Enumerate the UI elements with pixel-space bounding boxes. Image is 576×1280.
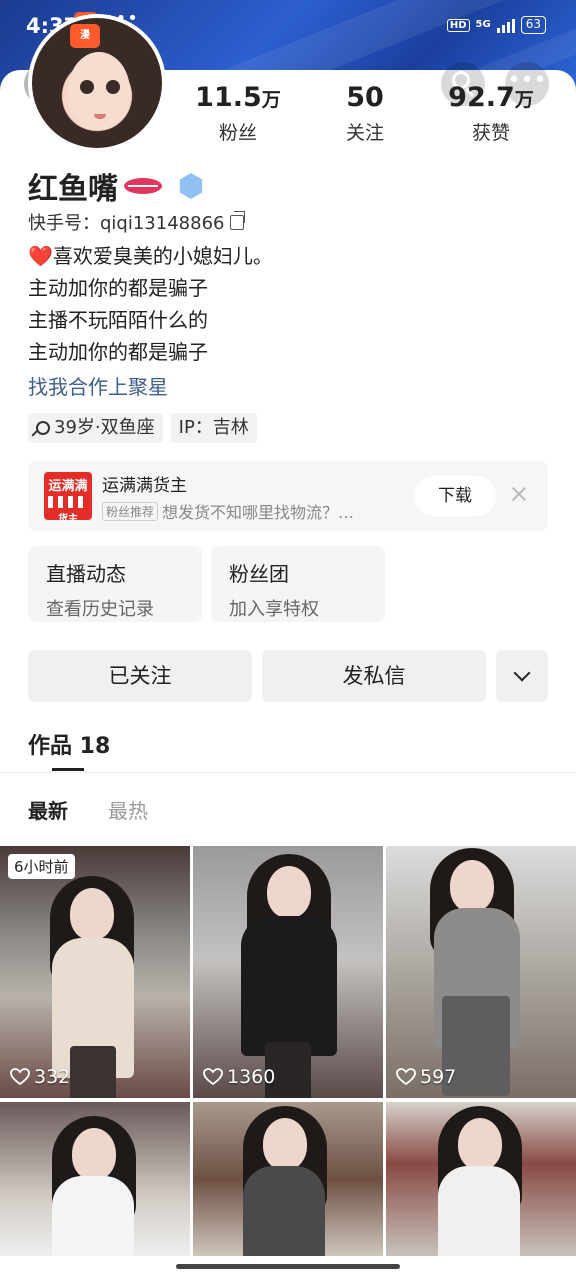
ad-logo-text: 运满满 bbox=[48, 479, 88, 494]
time-badge: 6小时前 bbox=[8, 854, 75, 879]
signal-icon bbox=[496, 17, 515, 33]
profile-stats: 11.5万 粉丝 50 关注 92.7万 获赞 bbox=[190, 82, 550, 152]
video-thumbnail[interactable]: 597 bbox=[386, 846, 576, 1098]
video-thumbnail[interactable] bbox=[193, 1102, 383, 1256]
nickname: 红鱼嘴 bbox=[28, 172, 118, 207]
female-icon bbox=[36, 421, 50, 435]
ad-tag: 粉丝推荐 bbox=[102, 501, 159, 521]
ad-logo: 运满满 货主 bbox=[44, 472, 92, 520]
thumbnail-figure bbox=[241, 916, 337, 1056]
like-count-value: 597 bbox=[420, 1066, 457, 1088]
stat-likes-unit: 万 bbox=[514, 89, 534, 111]
thumbnail-figure bbox=[70, 1046, 116, 1098]
hd-icon: HD bbox=[446, 18, 470, 32]
stat-fans-label: 粉丝 bbox=[218, 122, 257, 144]
network-label: 5G bbox=[475, 19, 491, 30]
heart-icon: ❤️ bbox=[28, 244, 53, 268]
collab-link[interactable]: 找我合作上聚星 bbox=[28, 371, 168, 400]
thumbnail-figure bbox=[52, 1176, 134, 1256]
bio-line: 喜欢爱臭美的小媳妇儿。 bbox=[52, 244, 273, 268]
ad-logo-subtext: 货主 bbox=[58, 514, 78, 520]
stat-following-value: 50 bbox=[346, 82, 384, 113]
video-thumbnail[interactable] bbox=[386, 1102, 576, 1256]
age-tag: 39岁·双鱼座 bbox=[28, 413, 163, 443]
account-id: 快手号：qiqi13148866 bbox=[28, 209, 246, 235]
tab-works[interactable]: 作品 18 bbox=[28, 728, 110, 760]
ad-subtitle-row: 粉丝推荐 想发货不知哪里找物流？… bbox=[102, 499, 354, 523]
stat-likes-value: 92.7 bbox=[448, 82, 515, 113]
close-icon[interactable] bbox=[508, 483, 530, 505]
bio-line: 主动加你的都是骗子 bbox=[28, 340, 208, 364]
avatar[interactable]: 漫 bbox=[28, 14, 166, 152]
entry-subtitle: 查看历史记录 bbox=[46, 599, 154, 620]
ad-subtitle: 想发货不知哪里找物流？… bbox=[162, 503, 355, 522]
entry-title: 直播动态 bbox=[46, 562, 126, 586]
stat-fans-unit: 万 bbox=[261, 89, 281, 111]
stat-fans[interactable]: 11.5万 粉丝 bbox=[178, 82, 298, 145]
stat-following-label: 关注 bbox=[345, 122, 384, 144]
video-thumbnail[interactable] bbox=[0, 1102, 190, 1256]
tab-underline bbox=[52, 768, 84, 771]
followed-button[interactable]: 已关注 bbox=[28, 650, 252, 702]
heart-outline-icon bbox=[396, 1068, 416, 1086]
thumbnail-figure bbox=[438, 1166, 520, 1256]
bio: ❤️喜欢爱臭美的小媳妇儿。 主动加你的都是骗子 主播不玩陌陌什么的 主动加你的都… bbox=[28, 240, 273, 368]
thumbnail-figure bbox=[263, 1118, 307, 1170]
thumbnail-figure bbox=[72, 1128, 116, 1180]
sort-newest[interactable]: 最新 bbox=[28, 795, 68, 824]
fan-club-entry[interactable]: 粉丝团 加入享特权 bbox=[211, 546, 385, 622]
divider bbox=[0, 772, 576, 773]
like-count: 332 bbox=[10, 1066, 70, 1088]
age-tag-text: 39岁·双鱼座 bbox=[54, 417, 155, 438]
home-indicator[interactable] bbox=[176, 1264, 400, 1269]
verified-badge-icon[interactable] bbox=[179, 173, 203, 199]
like-count-value: 1360 bbox=[227, 1066, 276, 1088]
thumbnail-figure bbox=[243, 1166, 325, 1256]
entry-title: 粉丝团 bbox=[229, 562, 289, 586]
bio-line: 主播不玩陌陌什么的 bbox=[28, 308, 208, 332]
name-row: 红鱼嘴 bbox=[28, 164, 204, 208]
account-id-text: 快手号：qiqi13148866 bbox=[28, 213, 225, 234]
avatar-badge-icon: 漫 bbox=[70, 24, 100, 48]
video-thumbnail[interactable]: 6小时前 332 bbox=[0, 846, 190, 1098]
thumbnail-figure bbox=[70, 888, 114, 940]
entry-subtitle: 加入享特权 bbox=[229, 599, 319, 620]
video-thumbnail[interactable]: 1360 bbox=[193, 846, 383, 1098]
ad-logo-pattern bbox=[48, 496, 88, 508]
ad-card[interactable]: 运满满 货主 运满满货主 粉丝推荐 想发货不知哪里找物流？… 下载 bbox=[28, 461, 548, 531]
like-count-value: 332 bbox=[34, 1066, 71, 1088]
live-history-entry[interactable]: 直播动态 查看历史记录 bbox=[28, 546, 202, 622]
ip-tag: IP：吉林 bbox=[170, 413, 257, 443]
thumbnail-figure bbox=[450, 860, 494, 912]
copy-icon[interactable] bbox=[230, 210, 246, 230]
heart-outline-icon bbox=[203, 1068, 223, 1086]
lips-icon bbox=[124, 176, 162, 196]
avatar-eye bbox=[80, 80, 94, 94]
thumbnail-figure bbox=[267, 866, 311, 918]
chevron-down-icon bbox=[513, 664, 531, 682]
profile-tags: 39岁·双鱼座 IP：吉林 bbox=[28, 413, 257, 443]
message-button[interactable]: 发私信 bbox=[262, 650, 486, 702]
download-button[interactable]: 下载 bbox=[414, 476, 496, 516]
expand-button[interactable] bbox=[496, 650, 548, 702]
battery-icon: 63 bbox=[520, 16, 546, 34]
ip-tag-text: IP：吉林 bbox=[178, 417, 249, 438]
bio-line: 主动加你的都是骗子 bbox=[28, 276, 208, 300]
stat-likes[interactable]: 92.7万 获赞 bbox=[431, 82, 551, 145]
stat-likes-label: 获赞 bbox=[471, 122, 510, 144]
stat-following[interactable]: 50 关注 bbox=[305, 82, 425, 145]
status-indicators: HD 5G 63 bbox=[446, 16, 546, 34]
avatar-eye bbox=[106, 80, 120, 94]
stat-fans-value: 11.5 bbox=[195, 82, 262, 113]
like-count: 1360 bbox=[203, 1066, 275, 1088]
ad-title: 运满满货主 bbox=[102, 476, 187, 496]
heart-outline-icon bbox=[10, 1068, 30, 1086]
thumbnail-figure bbox=[458, 1118, 502, 1170]
like-count: 597 bbox=[396, 1066, 456, 1088]
sort-hottest[interactable]: 最热 bbox=[108, 795, 148, 824]
